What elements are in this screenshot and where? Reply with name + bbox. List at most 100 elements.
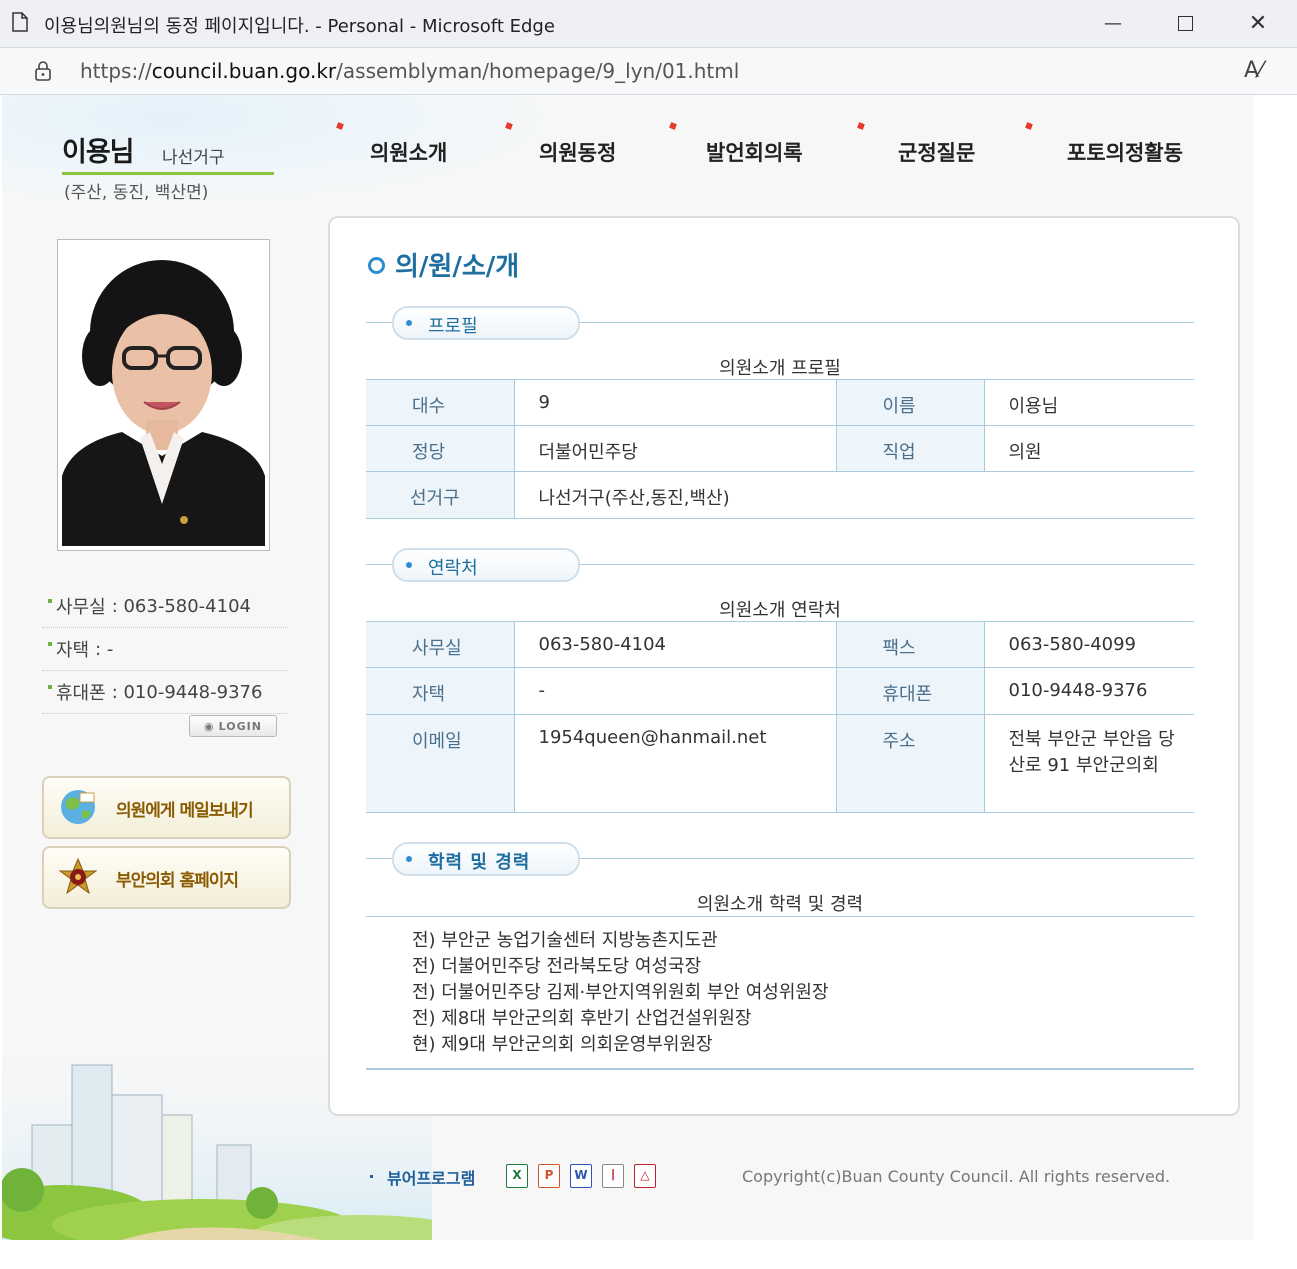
member-area: (주산, 동진, 백산면) (64, 183, 209, 203)
member-header: 이용님 나선거구 (주산, 동진, 백산면) (62, 130, 274, 203)
login-button[interactable]: ◉ LOGIN (189, 715, 277, 737)
nav-marker (336, 122, 344, 130)
contact-label-home: 자택 (366, 667, 515, 715)
contact-label-office: 사무실 (366, 621, 515, 668)
profile-section-title: 프로필 (428, 316, 478, 337)
contact-value-fax: 063-580-4099 (984, 621, 1194, 668)
bullet (48, 599, 52, 603)
minimize-button[interactable]: — (1093, 8, 1133, 38)
table-row: 이메일 1954queen@hanmail.net 주소 전북 부안군 부안읍 … (366, 714, 1194, 813)
profile-label-job: 직업 (836, 425, 985, 472)
address-bar[interactable]: https://council.buan.go.kr/assemblyman/h… (0, 48, 1297, 95)
contact-table: 사무실 063-580-4104 팩스 063-580-4099 자택 - 휴대… (366, 621, 1194, 813)
council-homepage-button[interactable]: 부안의회 홈페이지 (42, 846, 291, 909)
career-top-line (366, 916, 1194, 917)
profile-label-name: 이름 (836, 379, 985, 426)
section-pill: 학력 및 경력 (392, 842, 580, 876)
portrait-image (62, 244, 265, 546)
title-circle-icon (368, 257, 385, 274)
contact-value-address: 전북 부안군 부안읍 당산로 91 부안군의회 (984, 714, 1194, 813)
contact-value-home: - (514, 667, 837, 715)
contact-section-title: 연락처 (428, 558, 478, 579)
sidebar-contact-value: : 063-580-4104 (111, 595, 251, 617)
profile-table: 대수 9 이름 이용님 정당 더불어민주당 직업 의원 선거구 나선거구(주산,… (366, 379, 1194, 519)
profile-value-term: 9 (514, 379, 837, 426)
contact-label-mobile: 휴대폰 (836, 667, 985, 715)
url-path: /assemblyman/homepage/9_lyn/01.html (336, 59, 740, 83)
browser-titlebar: 이용님의원님의 동정 페이지입니다. - Personal - Microsof… (0, 0, 1297, 48)
nav-marker (669, 122, 677, 130)
contact-value-mobile: 010-9448-9376 (984, 667, 1194, 715)
table-row: 대수 9 이름 이용님 (366, 379, 1194, 426)
section-pill: 연락처 (392, 548, 580, 582)
word-viewer-icon[interactable]: W (570, 1164, 592, 1188)
excel-viewer-icon[interactable]: X (506, 1164, 528, 1188)
web-page: 이용님 나선거구 (주산, 동진, 백산면) 의원소개 의원동정 발언회의록 군… (2, 95, 1254, 1240)
section-dot (406, 320, 412, 326)
url-text[interactable]: https://council.buan.go.kr/assemblyman/h… (80, 59, 739, 83)
viewer-program-text: 뷰어프로그램 (387, 1169, 476, 1188)
contact-value-email: 1954queen@hanmail.net (514, 714, 837, 813)
council-homepage-label: 부안의회 홈페이지 (116, 871, 239, 891)
page-title: 의/원/소/개 (368, 246, 519, 283)
window-title: 이용님의원님의 동정 페이지입니다. - Personal - Microsof… (44, 16, 555, 37)
profile-section-header: 프로필 (366, 306, 1194, 340)
sidebar-contact-mobile: 휴대폰: 010-9448-9376 (42, 671, 288, 714)
sidebar-contact-office: 사무실: 063-580-4104 (42, 585, 288, 628)
sidebar-contacts: 사무실: 063-580-4104 자택: - 휴대폰: 010-9448-93… (42, 585, 288, 714)
section-dot (406, 562, 412, 568)
career-item: 전) 부안군 농업기술센터 지방농촌지도관 (412, 930, 718, 951)
profile-value-name: 이용님 (984, 379, 1194, 426)
viewer-program-label: 뷰어프로그램 (370, 1165, 475, 1189)
career-item: 현) 제9대 부안군의회 의회운영부위원장 (412, 1034, 713, 1055)
profile-value-party: 더불어민주당 (514, 425, 837, 472)
career-item: 전) 더불어민주당 전라북도당 여성국장 (412, 956, 702, 977)
url-prefix: https:// (80, 59, 152, 83)
contact-label-address: 주소 (836, 714, 985, 813)
section-dot (406, 856, 412, 862)
mail-member-button[interactable]: 의원에게 메일보내기 (42, 776, 291, 839)
sidebar-contact-value: : 010-9448-9376 (111, 681, 263, 703)
sidebar-contact-home: 자택: - (42, 628, 288, 671)
read-aloud-icon[interactable]: A⁄ (1244, 58, 1263, 83)
nav-item-questions[interactable]: 군정질문 (898, 137, 975, 167)
career-caption: 의원소개 학력 및 경력 (696, 894, 864, 915)
main-navigation: 의원소개 의원동정 발언회의록 군정질문 포토의정활동 (332, 122, 1232, 175)
login-icon: ◉ (204, 719, 215, 733)
nav-item-photo[interactable]: 포토의정활동 (1067, 137, 1183, 167)
sidebar-contact-label: 자택 (56, 640, 90, 661)
maximize-button[interactable] (1165, 8, 1205, 38)
maximize-icon (1177, 15, 1193, 31)
member-district: 나선거구 (162, 148, 225, 168)
login-label: LOGIN (218, 719, 262, 733)
section-pill: 프로필 (392, 306, 580, 340)
contact-label-fax: 팩스 (836, 621, 985, 668)
career-section-title: 학력 및 경력 (428, 852, 531, 873)
mail-member-label: 의원에게 메일보내기 (116, 801, 254, 821)
page-bottom-margin (0, 1240, 1297, 1269)
table-row: 정당 더불어민주당 직업 의원 (366, 425, 1194, 472)
hwp-viewer-icon[interactable]: ㅣ (602, 1164, 624, 1188)
nav-item-minutes[interactable]: 발언회의록 (706, 137, 803, 167)
copyright-text: Copyright(c)Buan County Council. All rig… (742, 1167, 1171, 1186)
page-right-margin (1254, 95, 1297, 1240)
career-section-header: 학력 및 경력 (366, 842, 1194, 876)
bullet (48, 685, 52, 689)
pdf-viewer-icon[interactable]: △ (634, 1164, 656, 1188)
close-button[interactable]: ✕ (1238, 8, 1278, 38)
powerpoint-viewer-icon[interactable]: P (538, 1164, 560, 1188)
url-domain: council.buan.go.kr (151, 59, 337, 83)
contact-section-header: 연락처 (366, 548, 1194, 582)
profile-label-party: 정당 (366, 425, 515, 472)
member-photo (57, 239, 270, 551)
document-icon (12, 12, 28, 32)
globe-icon (61, 790, 95, 824)
profile-value-district: 나선거구(주산,동진,백산) (514, 471, 1194, 519)
contact-label-email: 이메일 (366, 714, 515, 813)
page-title-text: 의/원/소/개 (395, 252, 520, 282)
nav-item-activity[interactable]: 의원동정 (539, 137, 616, 167)
nav-item-intro[interactable]: 의원소개 (370, 137, 447, 167)
name-underline (62, 172, 274, 175)
nav-marker (857, 122, 865, 130)
contact-value-office: 063-580-4104 (514, 621, 837, 668)
